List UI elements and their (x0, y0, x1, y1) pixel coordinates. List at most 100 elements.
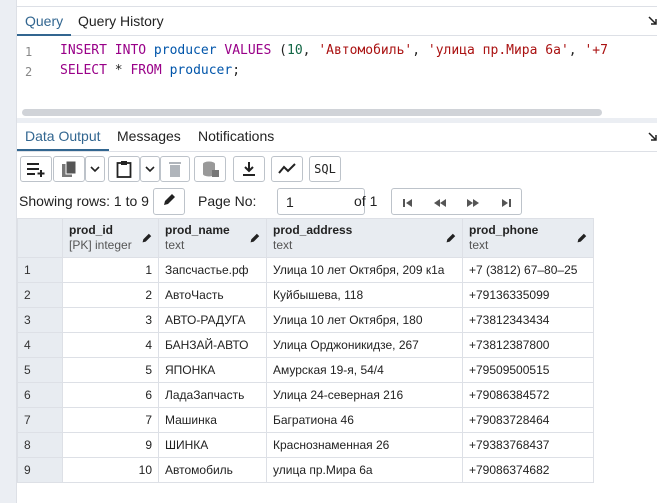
cell-prod-id[interactable]: 10 (62, 457, 159, 483)
cell-prod-name[interactable]: Машинка (158, 407, 267, 433)
cell-prod-name[interactable]: ЛадаЗапчасть (158, 382, 267, 408)
copy-button[interactable] (53, 156, 85, 182)
row-number[interactable]: 2 (17, 282, 63, 308)
cell-prod-phone[interactable]: +79086384572 (462, 382, 594, 408)
cell-prod-address[interactable]: Улица Орджоникидзе, 267 (266, 332, 463, 358)
column-header-prod-name[interactable]: prod_name text (158, 218, 267, 258)
cell-prod-phone[interactable]: +73812343434 (462, 307, 594, 333)
cell-prod-address[interactable]: Багратиона 46 (266, 407, 463, 433)
cell-prod-phone[interactable]: +79383768437 (462, 432, 594, 458)
cell-prod-address[interactable]: Куйбышева, 118 (266, 282, 463, 308)
cell-prod-id[interactable]: 7 (62, 407, 159, 433)
table-row[interactable]: 4 4 БАНЗАЙ-АВТО Улица Орджоникидзе, 267 … (17, 332, 594, 358)
table-row[interactable]: 7 7 Машинка Багратиона 46 +79083728464 (17, 407, 594, 433)
last-page-button[interactable] (490, 192, 522, 217)
string-literal: 'улица пр.Мира 6а' (427, 43, 569, 58)
row-number[interactable]: 8 (17, 432, 63, 458)
cell-prod-name[interactable]: АвтоЧасть (158, 282, 267, 308)
cell-prod-id[interactable]: 4 (62, 332, 159, 358)
expand-icon[interactable] (647, 15, 657, 30)
cell-prod-id[interactable]: 9 (62, 432, 159, 458)
column-header-prod-id[interactable]: prod_id [PK] integer (62, 218, 159, 258)
edit-rows-button[interactable] (153, 188, 185, 215)
cell-prod-phone[interactable]: +73812387800 (462, 332, 594, 358)
delete-icon (168, 161, 182, 177)
next-page-button[interactable] (457, 192, 489, 217)
grid-header-row: prod_id [PK] integer prod_name text prod… (17, 218, 594, 258)
column-header-prod-address[interactable]: prod_address text (266, 218, 463, 258)
cell-prod-name[interactable]: АВТО-РАДУГА (158, 307, 267, 333)
row-number[interactable]: 7 (17, 407, 63, 433)
cell-prod-phone[interactable]: +79136335099 (462, 282, 594, 308)
cell-prod-id[interactable]: 3 (62, 307, 159, 333)
cell-prod-name[interactable]: БАНЗАЙ-АВТО (158, 332, 267, 358)
cell-prod-address[interactable]: Улица 10 лет Октября, 209 к1а (266, 257, 463, 283)
cell-prod-name[interactable]: ЯПОНКА (158, 357, 267, 383)
row-number[interactable]: 3 (17, 307, 63, 333)
cell-prod-id[interactable]: 6 (62, 382, 159, 408)
table-row[interactable]: 3 3 АВТО-РАДУГА Улица 10 лет Октября, 18… (17, 307, 594, 333)
rows-showing-label: Showing rows: 1 to 9 (19, 193, 149, 209)
paste-options-button[interactable] (140, 156, 160, 182)
tab-messages[interactable]: Messages (109, 123, 189, 151)
save-data-button[interactable] (194, 156, 226, 182)
delete-button[interactable] (160, 156, 190, 182)
cell-prod-address[interactable]: улица пр.Мира 6а (266, 457, 463, 483)
fast-forward-icon (466, 198, 480, 211)
row-number-header[interactable] (17, 218, 63, 258)
cell-prod-id[interactable]: 1 (62, 257, 159, 283)
table-row[interactable]: 2 2 АвтоЧасть Куйбышева, 118 +7913633509… (17, 282, 594, 308)
row-number[interactable]: 9 (17, 457, 63, 483)
sql-button[interactable]: SQL (309, 156, 341, 182)
cell-prod-id[interactable]: 5 (62, 357, 159, 383)
table-row[interactable]: 6 6 ЛадаЗапчасть Улица 24-северная 216 +… (17, 382, 594, 408)
cell-prod-name[interactable]: Запсчастье.рф (158, 257, 267, 283)
pencil-icon[interactable] (445, 233, 456, 247)
tab-query-history[interactable]: Query History (70, 7, 172, 36)
pencil-icon[interactable] (141, 233, 152, 247)
punctuation: ( (279, 43, 287, 58)
pencil-icon[interactable] (249, 233, 260, 247)
chevron-down-icon (90, 165, 100, 173)
tab-notifications[interactable]: Notifications (190, 123, 282, 151)
graph-button[interactable] (271, 156, 303, 182)
cell-prod-phone[interactable]: +79083728464 (462, 407, 594, 433)
table-row[interactable]: 5 5 ЯПОНКА Амурская 19-я, 54/4 +79509500… (17, 357, 594, 383)
cell-prod-address[interactable]: Краснознаменная 26 (266, 432, 463, 458)
string-literal: 'Автомобиль' (318, 43, 413, 58)
tab-query[interactable]: Query (17, 7, 72, 36)
cell-prod-address[interactable]: Улица 10 лет Октября, 180 (266, 307, 463, 333)
cell-prod-phone[interactable]: +79086374682 (462, 457, 594, 483)
page-number-input[interactable] (277, 188, 365, 215)
pencil-icon[interactable] (576, 233, 587, 247)
result-grid[interactable]: prod_id [PK] integer prod_name text prod… (17, 218, 594, 483)
cell-prod-phone[interactable]: +79509500515 (462, 357, 594, 383)
paste-button[interactable] (108, 156, 140, 182)
cell-prod-address[interactable]: Улица 24-северная 216 (266, 382, 463, 408)
horizontal-scrollbar[interactable] (22, 109, 602, 116)
row-number[interactable]: 5 (17, 357, 63, 383)
copy-options-button[interactable] (85, 156, 105, 182)
cell-prod-name[interactable]: ШИНКА (158, 432, 267, 458)
left-panel-edge (0, 0, 17, 503)
add-row-button[interactable] (20, 156, 52, 182)
row-number[interactable]: 1 (17, 257, 63, 283)
download-button[interactable] (233, 156, 265, 182)
download-icon (242, 161, 256, 177)
cell-prod-phone[interactable]: +7 (3812) 67–80–25 (462, 257, 594, 283)
first-page-button[interactable] (392, 192, 424, 217)
tab-data-output[interactable]: Data Output (17, 123, 109, 151)
cell-prod-name[interactable]: Автомобиль (158, 457, 267, 483)
cell-prod-id[interactable]: 2 (62, 282, 159, 308)
table-row[interactable]: 8 9 ШИНКА Краснознаменная 26 +7938376843… (17, 432, 594, 458)
sql-editor[interactable]: 1 2 INSERT INTO producer VALUES (10, 'Ав… (17, 37, 657, 116)
row-number[interactable]: 4 (17, 332, 63, 358)
cell-prod-address[interactable]: Амурская 19-я, 54/4 (266, 357, 463, 383)
table-row[interactable]: 9 10 Автомобиль улица пр.Мира 6а +790863… (17, 457, 594, 483)
table-row[interactable]: 1 1 Запсчастье.рф Улица 10 лет Октября, … (17, 257, 594, 283)
keyword: SELECT (60, 63, 115, 78)
expand-icon[interactable] (647, 131, 657, 146)
prev-page-button[interactable] (424, 192, 456, 217)
column-header-prod-phone[interactable]: prod_phone text (462, 218, 594, 258)
row-number[interactable]: 6 (17, 382, 63, 408)
